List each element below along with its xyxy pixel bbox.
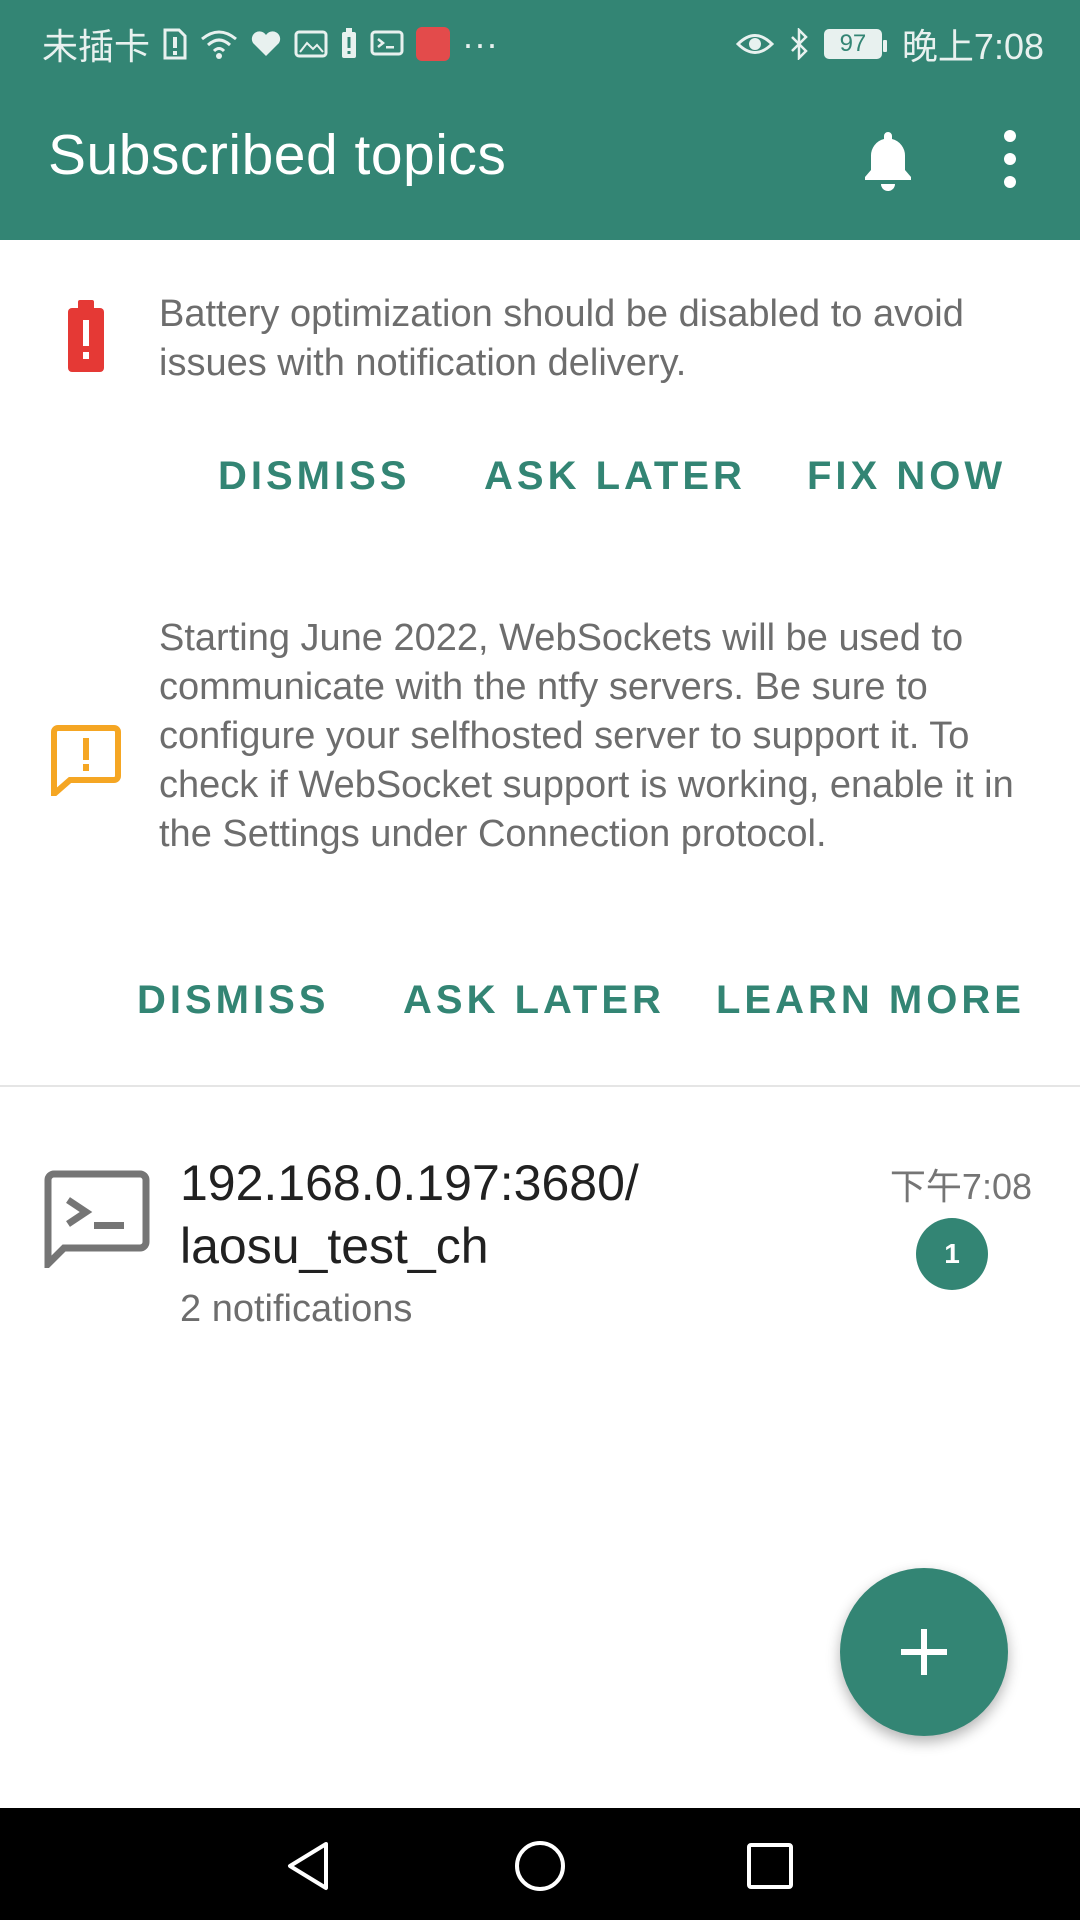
battery-indicator: 97 <box>823 29 887 59</box>
status-time: 晚上7:08 <box>901 26 1044 67</box>
back-icon[interactable] <box>280 1836 340 1896</box>
more-vert-icon[interactable] <box>990 126 1030 192</box>
topic-time: 下午7:08 <box>889 1166 1032 1207</box>
battery-alert-icon <box>66 300 106 379</box>
status-bar-left: 未插卡 ··· <box>42 18 498 70</box>
battery-ask-later-button[interactable]: ASK LATER <box>484 454 746 499</box>
battery-optimization-card: Battery optimization should be disabled … <box>0 240 1080 520</box>
home-icon[interactable] <box>510 1836 570 1896</box>
terminal-small-icon <box>370 29 404 59</box>
more-indicator: ··· <box>462 23 498 64</box>
eye-icon <box>735 29 774 59</box>
bluetooth-icon <box>788 28 810 60</box>
battery-alert-small-icon <box>340 28 358 60</box>
battery-dismiss-button[interactable]: DISMISS <box>218 454 410 499</box>
page-title: Subscribed topics <box>48 123 507 187</box>
topic-list-item[interactable]: 192.168.0.197:3680/ laosu_test_ch 2 noti… <box>0 1140 1080 1360</box>
huawei-app-icon <box>416 27 451 61</box>
websocket-learn-more-button[interactable]: LEARN MORE <box>716 978 1025 1023</box>
websocket-notice-card: Starting June 2022, WebSockets will be u… <box>0 600 1080 1060</box>
image-icon <box>294 29 328 59</box>
add-topic-button[interactable] <box>840 1568 1008 1736</box>
status-bar-right: 97 晚上7:08 <box>735 18 1044 70</box>
topic-title: 192.168.0.197:3680/ laosu_test_ch <box>180 1155 639 1274</box>
battery-fix-now-button[interactable]: FIX NOW <box>807 454 1006 499</box>
sim-alert-icon <box>162 28 188 60</box>
websocket-ask-later-button[interactable]: ASK LATER <box>403 978 665 1023</box>
websocket-dismiss-button[interactable]: DISMISS <box>137 978 329 1023</box>
status-bar: 未插卡 ··· 97 晚上7:08 <box>0 0 1080 76</box>
carrier-label: 未插卡 <box>42 26 151 67</box>
app-bar: Subscribed topics <box>0 76 1080 240</box>
system-nav-bar <box>0 1808 1080 1920</box>
topic-notification-count: 2 notifications <box>180 1288 413 1330</box>
divider <box>0 1085 1080 1087</box>
terminal-icon <box>44 1170 150 1273</box>
unread-badge: 1 <box>916 1218 988 1290</box>
wifi-icon <box>200 28 238 60</box>
plus-icon <box>901 1629 947 1675</box>
heart-icon <box>250 30 282 58</box>
bell-icon[interactable] <box>858 128 918 192</box>
websocket-card-message: Starting June 2022, WebSockets will be u… <box>159 617 1014 855</box>
battery-card-message: Battery optimization should be disabled … <box>159 293 964 384</box>
recents-icon[interactable] <box>740 1836 800 1896</box>
announcement-icon <box>50 724 122 801</box>
